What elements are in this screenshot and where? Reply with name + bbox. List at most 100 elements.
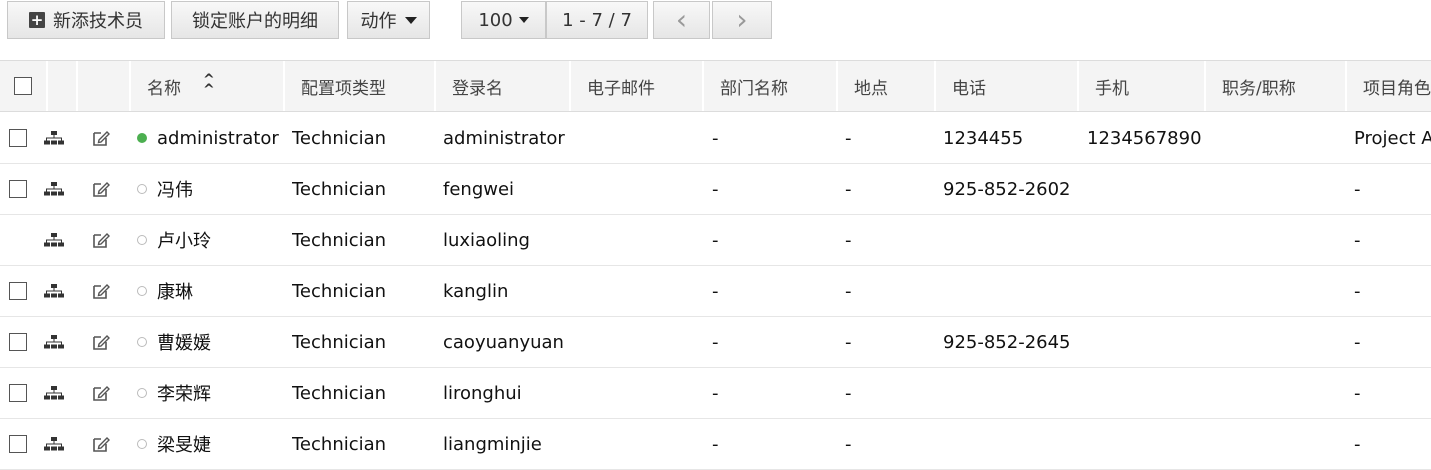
column-header-ci-type[interactable]: 配置项类型 [283,61,434,111]
login-text: administrator [443,127,565,149]
login-text: kanglin [443,280,509,302]
table-row[interactable]: 冯伟 Technician fengwei - - 925-852-2602 - [0,164,1431,215]
site-text: - [845,331,852,353]
plus-icon: + [29,11,45,29]
column-header-site[interactable]: 地点 [836,61,934,111]
type-text: Technician [292,127,387,149]
select-all-checkbox[interactable] [14,77,32,95]
edit-icon[interactable] [91,368,115,418]
department-text: - [712,178,719,200]
type-cell: Technician [292,368,432,418]
status-icon [137,286,147,296]
project-role-cell: - [1354,317,1431,367]
column-header-email[interactable]: 电子邮件 [569,61,702,111]
hierarchy-icon[interactable] [43,317,67,367]
project-role-cell: Project A [1354,113,1431,163]
type-cell: Technician [292,266,432,316]
phone-cell: 925-852-2602 [943,164,1075,214]
project-role-cell: - [1354,368,1431,418]
project-role-text: - [1354,433,1361,455]
name-cell[interactable]: 康琳 [137,266,283,316]
phone-cell [943,266,1075,316]
column-header-label: 配置项类型 [301,78,386,99]
project-role-cell: - [1354,419,1431,469]
site-cell: - [845,113,930,163]
table-row[interactable]: administrator Technician administrator -… [0,113,1431,164]
edit-icon[interactable] [91,419,115,469]
row-checkbox[interactable] [9,180,27,198]
department-text: - [712,127,719,149]
status-icon [137,235,147,245]
name-cell[interactable]: 曹媛媛 [137,317,283,367]
column-header-job-title[interactable]: 职务/职称 [1204,61,1345,111]
name-cell[interactable]: 冯伟 [137,164,283,214]
column-header-department[interactable]: 部门名称 [702,61,836,111]
edit-icon[interactable] [91,113,115,163]
table-row[interactable]: 康琳 Technician kanglin - - - [0,266,1431,317]
department-cell: - [712,266,832,316]
table-row[interactable]: 梁旻婕 Technician liangminjie - - - [0,419,1431,470]
row-checkbox[interactable] [9,435,27,453]
chevron-right-icon: › [736,3,748,36]
name-text: 卢小玲 [157,231,211,252]
email-cell [578,317,698,367]
hierarchy-icon[interactable] [43,113,67,163]
sort-icon[interactable]: ^ ^ [203,73,215,97]
column-header-mobile[interactable]: 手机 [1077,61,1204,111]
phone-cell: 1234455 [943,113,1075,163]
table-row[interactable]: 李荣辉 Technician lironghui - - - [0,368,1431,419]
page-size-select[interactable]: 100 [461,1,546,39]
status-icon [137,184,147,194]
email-cell [578,266,698,316]
add-technician-button[interactable]: + 新添技术员 [7,1,165,39]
edit-icon[interactable] [91,164,115,214]
hierarchy-icon[interactable] [43,164,67,214]
site-cell: - [845,164,930,214]
hierarchy-icon[interactable] [43,266,67,316]
login-cell: fengwei [443,164,568,214]
page-range: 1 - 7 / 7 [546,1,648,39]
name-cell[interactable]: 梁旻婕 [137,419,283,469]
name-cell[interactable]: administrator [137,113,283,163]
locked-accounts-button[interactable]: 锁定账户的明细 [171,1,339,39]
row-checkbox[interactable] [9,129,27,147]
type-cell: Technician [292,113,432,163]
site-cell: - [845,419,930,469]
hierarchy-icon[interactable] [43,215,67,265]
row-select-cell [9,164,39,214]
table-row[interactable]: 卢小玲 Technician luxiaoling - - - [0,215,1431,266]
site-cell: - [845,215,930,265]
column-header-name[interactable]: 名称 ^ ^ [129,61,283,111]
hierarchy-icon[interactable] [43,419,67,469]
row-checkbox[interactable] [9,333,27,351]
project-role-cell: - [1354,215,1431,265]
row-checkbox[interactable] [9,282,27,300]
row-checkbox[interactable] [9,384,27,402]
edit-icon[interactable] [91,317,115,367]
edit-icon[interactable] [91,266,115,316]
column-header-phone[interactable]: 电话 [934,61,1077,111]
email-cell [578,368,698,418]
name-text: 梁旻婕 [157,435,211,456]
actions-dropdown[interactable]: 动作 [347,1,430,39]
type-cell: Technician [292,215,432,265]
column-header-project-role[interactable]: 项目角色 [1345,61,1431,111]
toolbar: + 新添技术员 锁定账户的明细 动作 100 1 - 7 / 7 ‹ › [0,0,1431,50]
job-title-cell [1214,266,1342,316]
column-header-label: 电话 [952,78,986,99]
status-icon [137,439,147,449]
chevron-left-icon: ‹ [675,3,688,36]
prev-page-button[interactable]: ‹ [653,1,710,39]
column-header-login[interactable]: 登录名 [434,61,569,111]
status-icon [137,337,147,347]
name-cell[interactable]: 卢小玲 [137,215,283,265]
status-icon [137,388,147,398]
edit-icon[interactable] [91,215,115,265]
hierarchy-icon[interactable] [43,368,67,418]
next-page-button[interactable]: › [712,1,772,39]
table-row[interactable]: 曹媛媛 Technician caoyuanyuan - - 925-852-2… [0,317,1431,368]
login-cell: luxiaoling [443,215,568,265]
type-text: Technician [292,331,387,353]
name-cell[interactable]: 李荣辉 [137,368,283,418]
site-text: - [845,433,852,455]
